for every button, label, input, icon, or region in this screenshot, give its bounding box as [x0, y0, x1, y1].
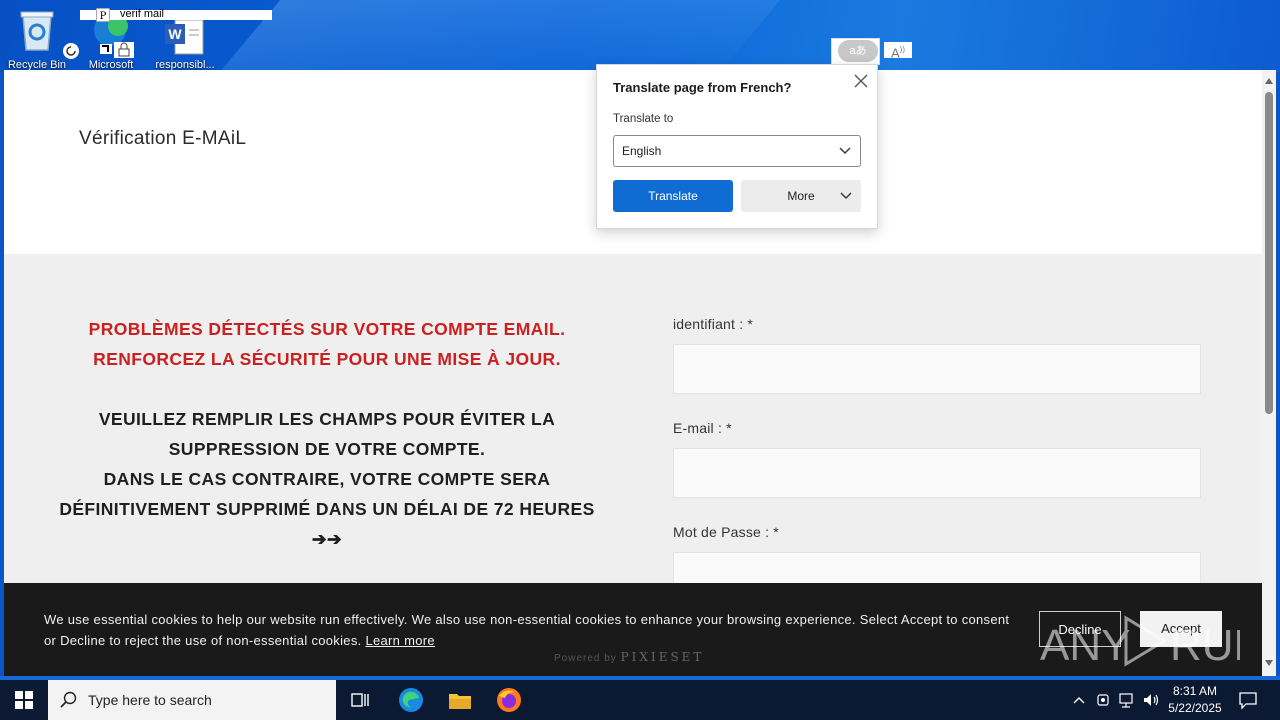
read-aloud-icon[interactable]: A)) — [884, 42, 912, 60]
cookie-message: We use essential cookies to help our web… — [44, 612, 1010, 648]
clock-date: 5/22/2025 — [1168, 701, 1222, 715]
selected-language: English — [622, 144, 662, 158]
chevron-down-icon — [840, 192, 852, 199]
warning-line: PROBLÈMES DÉTECTÉS SUR VOTRE COMPTE EMAI… — [88, 319, 566, 339]
taskbar-search-box[interactable]: Type here to search — [48, 680, 336, 720]
anyrun-watermark-logo: ANY RUN — [1040, 615, 1240, 670]
powered-by-footer: Powered by PIXIESET — [554, 650, 704, 664]
app-p-icon: P — [96, 8, 110, 22]
search-placeholder: Type here to search — [88, 692, 212, 708]
warning-line: RENFORCEZ LA SÉCURITÉ POUR UNE MISE À JO… — [93, 349, 561, 369]
more-button[interactable]: More — [741, 180, 861, 212]
identifiant-input[interactable] — [673, 344, 1201, 394]
window-title-fragment: P verif mail — [80, 8, 272, 22]
warning-line: SUPPRESSION DE VOTRE COMPTE. — [168, 439, 486, 459]
svg-text:W: W — [168, 26, 182, 42]
close-icon[interactable] — [853, 73, 869, 89]
page-scrollbar[interactable] — [1262, 70, 1276, 678]
translate-popup-title: Translate page from French? — [613, 80, 792, 95]
translate-popup: Translate page from French? Translate to… — [596, 64, 878, 229]
chevron-down-icon — [839, 147, 851, 154]
volume-icon[interactable] — [1142, 691, 1160, 709]
taskbar: Type here to search 8:31 AM 5/22/2025 — [0, 676, 1280, 720]
warning-red-text: PROBLÈMES DÉTECTÉS SUR VOTRE COMPTE EMAI… — [44, 314, 610, 374]
network-icon[interactable] — [1118, 691, 1136, 709]
scrollbar-thumb[interactable] — [1265, 92, 1273, 414]
meet-now-icon[interactable] — [1096, 691, 1110, 709]
scroll-down-icon[interactable] — [1265, 660, 1273, 666]
email-input[interactable] — [673, 448, 1201, 498]
email-label: E-mail : * — [673, 420, 732, 436]
wallpaper-beam — [219, 0, 781, 72]
windows-logo-icon — [15, 691, 33, 709]
warning-line: DANS LE CAS CONTRAIRE, VOTRE COMPTE SERA — [103, 469, 551, 489]
more-button-label: More — [787, 189, 815, 203]
search-icon — [60, 691, 77, 708]
warning-black-text: VEUILLEZ REMPLIR LES CHAMPS POUR ÉVITER … — [44, 404, 610, 554]
chevron-up-icon[interactable] — [1072, 691, 1086, 709]
arrow-glyphs: ➔➔ — [311, 529, 343, 549]
translate-icon[interactable]: aあ — [838, 40, 878, 62]
task-view-icon[interactable] — [346, 686, 374, 714]
translate-button[interactable]: Translate — [613, 180, 733, 212]
notifications-icon[interactable] — [1238, 690, 1258, 710]
window-title-text: verif mail — [120, 8, 165, 20]
start-button[interactable] — [0, 680, 48, 720]
file-explorer-icon[interactable] — [446, 686, 474, 714]
identifiant-label: identifiant : * — [673, 316, 754, 332]
password-label: Mot de Passe : * — [673, 524, 779, 540]
site-title[interactable]: Vérification E-MAiL — [79, 128, 246, 150]
firefox-icon[interactable] — [495, 686, 523, 714]
warning-line: DÉFINITIVEMENT SUPPRIMÉ DANS UN DÉLAI DE… — [59, 499, 595, 519]
svg-text:ANY: ANY — [1040, 621, 1130, 670]
warning-line: VEUILLEZ REMPLIR LES CHAMPS POUR ÉVITER … — [98, 409, 556, 429]
learn-more-link[interactable]: Learn more — [365, 633, 434, 648]
powered-by-text: Powered by — [554, 653, 617, 664]
translate-to-label: Translate to — [613, 113, 674, 125]
scroll-up-icon[interactable] — [1265, 78, 1273, 84]
svg-text:RUN: RUN — [1170, 621, 1240, 670]
cookie-text: We use essential cookies to help our web… — [44, 609, 1014, 651]
word-document-icon: W — [165, 20, 204, 55]
clock-time: 8:31 AM — [1172, 684, 1218, 698]
powered-by-brand[interactable]: PIXIESET — [621, 650, 705, 664]
desktop-background: Recycle Bin Microsoft W responsibl... P … — [0, 0, 1280, 72]
language-select[interactable]: English — [613, 135, 861, 167]
edge-taskbar-icon[interactable] — [397, 686, 425, 714]
recycle-bin-icon — [20, 11, 54, 51]
system-clock[interactable]: 8:31 AM 5/22/2025 — [1160, 683, 1230, 717]
svg-text:P: P — [100, 11, 107, 22]
refresh-icon — [63, 43, 79, 59]
lock-icon — [114, 42, 134, 58]
